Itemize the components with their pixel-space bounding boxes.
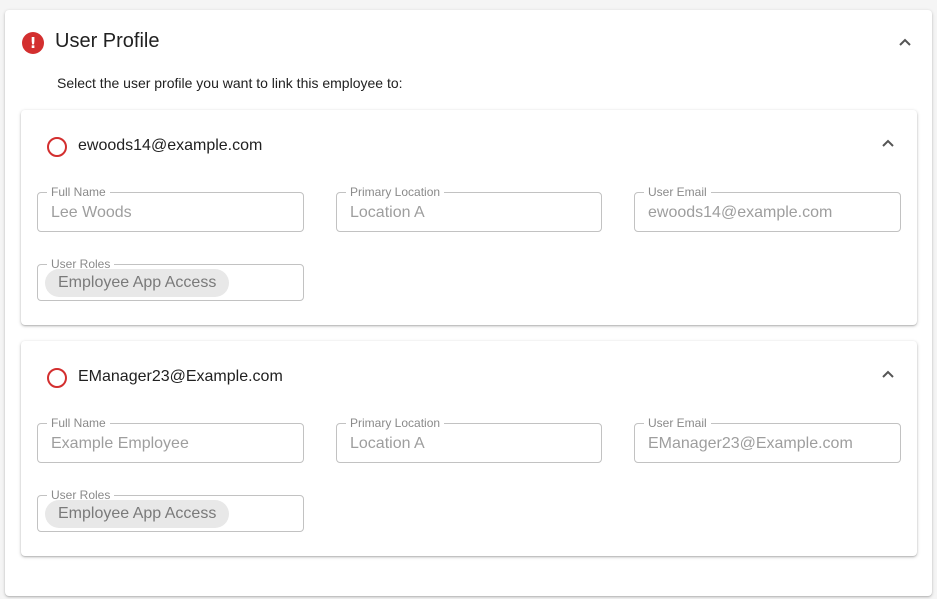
primary-location-field: Primary Location Location A <box>336 185 602 232</box>
chevron-up-icon[interactable] <box>897 34 913 50</box>
chevron-up-icon[interactable] <box>880 135 896 151</box>
full-name-field: Full Name Example Employee <box>37 416 304 463</box>
chevron-up-icon[interactable] <box>880 366 896 382</box>
field-label: User Email <box>644 185 711 199</box>
role-chip: Employee App Access <box>45 269 230 297</box>
user-profile-panel: ! User Profile Select the user profile y… <box>5 10 932 596</box>
profile-radio[interactable] <box>47 368 67 388</box>
field-label: User Email <box>644 416 711 430</box>
field-label: Full Name <box>47 416 110 430</box>
field-label: Primary Location <box>346 185 445 199</box>
field-label: Primary Location <box>346 416 445 430</box>
field-value: Lee Woods <box>51 204 132 221</box>
user-roles-field: User Roles Employee App Access <box>37 257 304 301</box>
primary-location-field: Primary Location Location A <box>336 416 602 463</box>
profile-card: ewoods14@example.com Full Name Lee Woods… <box>21 110 917 325</box>
full-name-field: Full Name Lee Woods <box>37 185 304 232</box>
field-value: EManager23@Example.com <box>648 435 853 452</box>
field-value: ewoods14@example.com <box>648 204 833 221</box>
panel-title: User Profile <box>55 30 160 52</box>
role-chip: Employee App Access <box>45 500 230 528</box>
instruction-text: Select the user profile you want to link… <box>57 75 403 91</box>
profile-card: EManager23@Example.com Full Name Example… <box>21 341 917 556</box>
field-value: Location A <box>350 204 425 221</box>
user-roles-field: User Roles Employee App Access <box>37 488 304 532</box>
field-value: Location A <box>350 435 425 452</box>
error-icon: ! <box>22 32 44 54</box>
user-email-field: User Email EManager23@Example.com <box>634 416 901 463</box>
profile-card-email: ewoods14@example.com <box>78 137 263 154</box>
field-label: Full Name <box>47 185 110 199</box>
user-email-field: User Email ewoods14@example.com <box>634 185 901 232</box>
profile-radio[interactable] <box>47 137 67 157</box>
profile-card-email: EManager23@Example.com <box>78 368 283 385</box>
panel-header[interactable]: ! User Profile <box>5 10 932 74</box>
field-value: Example Employee <box>51 435 189 452</box>
